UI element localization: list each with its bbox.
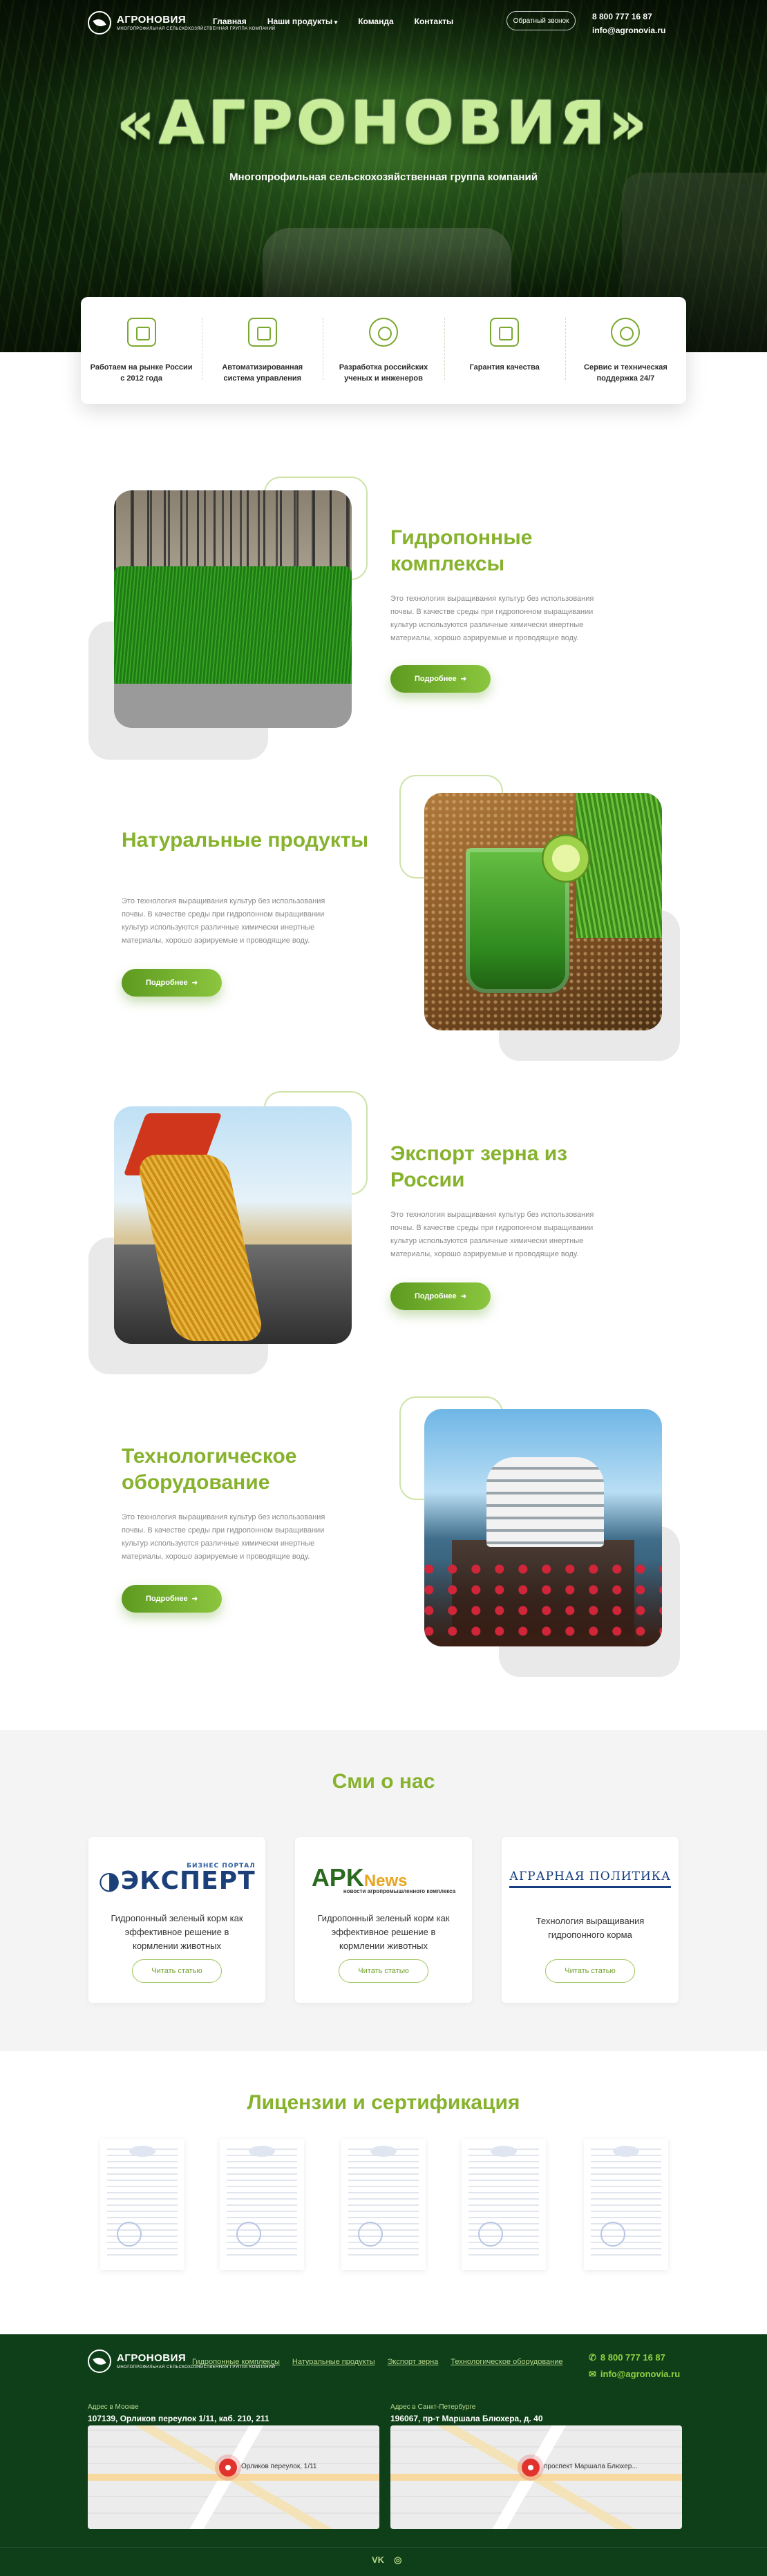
press-card: БИЗНЕС ПОРТАЛ ◑ЭКСПЕРТ Гидропонный зелены… — [88, 1837, 265, 2003]
footer-link[interactable]: Экспорт зерна — [388, 2358, 439, 2366]
license-document[interactable] — [462, 2139, 546, 2270]
license-document[interactable] — [100, 2139, 184, 2270]
hydroponic-photo — [114, 490, 352, 728]
briefcase-icon — [126, 318, 156, 347]
feature-item: Работаем на рынке России с 2012 года — [81, 297, 202, 404]
press-card: АГРАРНАЯ ПОЛИТИКА Технология выращивания… — [502, 1837, 679, 2003]
main-menu: Главная Наши продукты Команда Контакты — [213, 17, 474, 26]
license-document[interactable] — [220, 2139, 304, 2270]
licenses-title: Лицензии и сертификация — [247, 2091, 520, 2114]
press-card-text: Гидропонный зеленый корм как эффективное… — [111, 1913, 243, 1951]
social-links: VK ◎ — [372, 2555, 401, 2566]
header-email[interactable]: info@agronovia.ru — [592, 23, 665, 37]
product-title: Гидропонные комплексы — [390, 526, 533, 575]
product-description: Это технология выращивания культур без и… — [122, 1513, 325, 1561]
more-button[interactable]: Подробнее — [390, 1282, 491, 1310]
hero-title: «АГРОНОВИЯ» — [116, 88, 651, 157]
feature-item: Разработка российских ученых и инженеров — [323, 297, 444, 404]
footer-link[interactable]: Технологическое оборудование — [451, 2358, 562, 2366]
equipment-photo — [424, 1409, 662, 1646]
footer-email: info@agronovia.ru — [600, 2369, 681, 2379]
hero-subtitle: Многопрофильная сельскохозяйственная гру… — [229, 171, 538, 183]
footer-contacts: ✆ 8 800 777 16 87 ✉ info@agronovia.ru — [589, 2349, 680, 2383]
natural-products-photo — [424, 793, 662, 1030]
top-navigation: АГРОНОВИЯ МНОГОПРОФИЛЬНАЯ СЕЛЬСКОХОЗЯЙСТ… — [0, 0, 767, 44]
more-button[interactable]: Подробнее — [122, 1585, 222, 1613]
gear-badge-icon — [369, 318, 398, 347]
product-description: Это технология выращивания культур без и… — [122, 897, 325, 945]
license-document[interactable] — [341, 2139, 426, 2270]
product-grain-export: Экспорт зерна из России Это технология в… — [0, 1084, 767, 1388]
office-spb: Адрес в Санкт-Петербурге 196067, пр-т Ма… — [390, 2403, 543, 2423]
licenses-section: Лицензии и сертификация — [0, 2051, 767, 2334]
product-title: Натуральные продукты — [122, 829, 369, 852]
map-pin-icon — [522, 2459, 540, 2477]
quality-shield-icon — [490, 318, 520, 347]
product-hydroponic: Гидропонные комплексы Это технология выр… — [0, 470, 767, 773]
read-article-button[interactable]: Читать статью — [545, 1959, 635, 1983]
nav-item-products[interactable]: Наши продукты — [267, 17, 337, 26]
phone-icon: ✆ — [589, 2352, 596, 2363]
read-article-button[interactable]: Читать статью — [339, 1959, 428, 1983]
grain-export-photo — [114, 1106, 352, 1344]
instagram-icon[interactable]: ◎ — [394, 2555, 401, 2566]
apk-news-logo: APKNews новости агропромышленного комплек… — [311, 1863, 456, 1894]
footer-phone: 8 800 777 16 87 — [600, 2352, 665, 2363]
map-moscow[interactable]: Орликов переулок, 1/11 — [88, 2425, 379, 2529]
support-24-icon — [611, 318, 641, 347]
more-button[interactable]: Подробнее — [390, 665, 491, 693]
callback-button[interactable]: Обратный звонок — [506, 11, 576, 30]
press-card-text: Гидропонный зеленый корм как эффективное… — [317, 1913, 450, 1951]
product-equipment: Технологическое оборудование Это техноло… — [0, 1388, 767, 1692]
feature-item: Сервис и техническая поддержка 24/7 — [565, 297, 686, 404]
map-spb[interactable]: проспект Маршала Блюхер... — [390, 2425, 682, 2529]
product-description: Это технология выращивания культур без и… — [390, 595, 594, 642]
footer: АГРОНОВИЯ МНОГОПРОФИЛЬНАЯ СЕЛЬСКОХОЗЯЙСТ… — [0, 2334, 767, 2576]
features-bar: Работаем на рынке России с 2012 года Авт… — [81, 297, 686, 404]
footer-link[interactable]: Гидропонные комплексы — [192, 2358, 280, 2366]
footer-link[interactable]: Натуральные продукты — [292, 2358, 375, 2366]
feature-item: Гарантия качества — [444, 297, 565, 404]
office-moscow: Адрес в Москве 107139, Орликов переулок … — [88, 2403, 269, 2423]
press-title: Сми о нас — [332, 1770, 435, 1793]
map-pin-icon — [219, 2459, 237, 2477]
press-card: APKNews новости агропромышленного комплек… — [295, 1837, 472, 2003]
agrarian-policy-logo: АГРАРНАЯ ПОЛИТИКА — [502, 1858, 679, 1899]
mail-icon: ✉ — [589, 2369, 596, 2379]
read-article-button[interactable]: Читать статью — [132, 1959, 222, 1983]
press-card-text: Технология выращивания гидропонного корм… — [536, 1916, 645, 1940]
product-natural: Натуральные продукты Это технология выра… — [0, 772, 767, 1076]
more-button[interactable]: Подробнее — [122, 969, 222, 997]
nav-item-contacts[interactable]: Контакты — [415, 17, 454, 26]
nav-item-home[interactable]: Главная — [213, 17, 247, 26]
chip-icon — [247, 318, 277, 347]
license-document[interactable] — [584, 2139, 668, 2270]
brand-tagline: МНОГОПРОФИЛЬНАЯ СЕЛЬСКОХОЗЯЙСТВЕННАЯ ГРУ… — [117, 27, 276, 31]
product-title: Технологическое оборудование — [122, 1445, 297, 1494]
vk-icon[interactable]: VK — [372, 2555, 384, 2566]
nav-item-team[interactable]: Команда — [358, 17, 393, 26]
leaf-logo-icon — [88, 2349, 111, 2373]
feature-item: Автоматизированная система управления — [202, 297, 323, 404]
leaf-logo-icon — [88, 11, 111, 35]
product-title: Экспорт зерна из России — [390, 1142, 568, 1191]
press-section: Сми о нас БИЗНЕС ПОРТАЛ ◑ЭКСПЕРТ Гидропон… — [0, 1730, 767, 2051]
header-phone[interactable]: 8 800 777 16 87 — [592, 10, 665, 23]
footer-links: Гидропонные комплексы Натуральные продук… — [192, 2358, 576, 2366]
header-contacts: 8 800 777 16 87 info@agronovia.ru — [592, 10, 665, 37]
product-description: Это технология выращивания культур без и… — [390, 1211, 594, 1258]
expert-logo: БИЗНЕС ПОРТАЛ ◑ЭКСПЕРТ — [98, 1862, 256, 1895]
